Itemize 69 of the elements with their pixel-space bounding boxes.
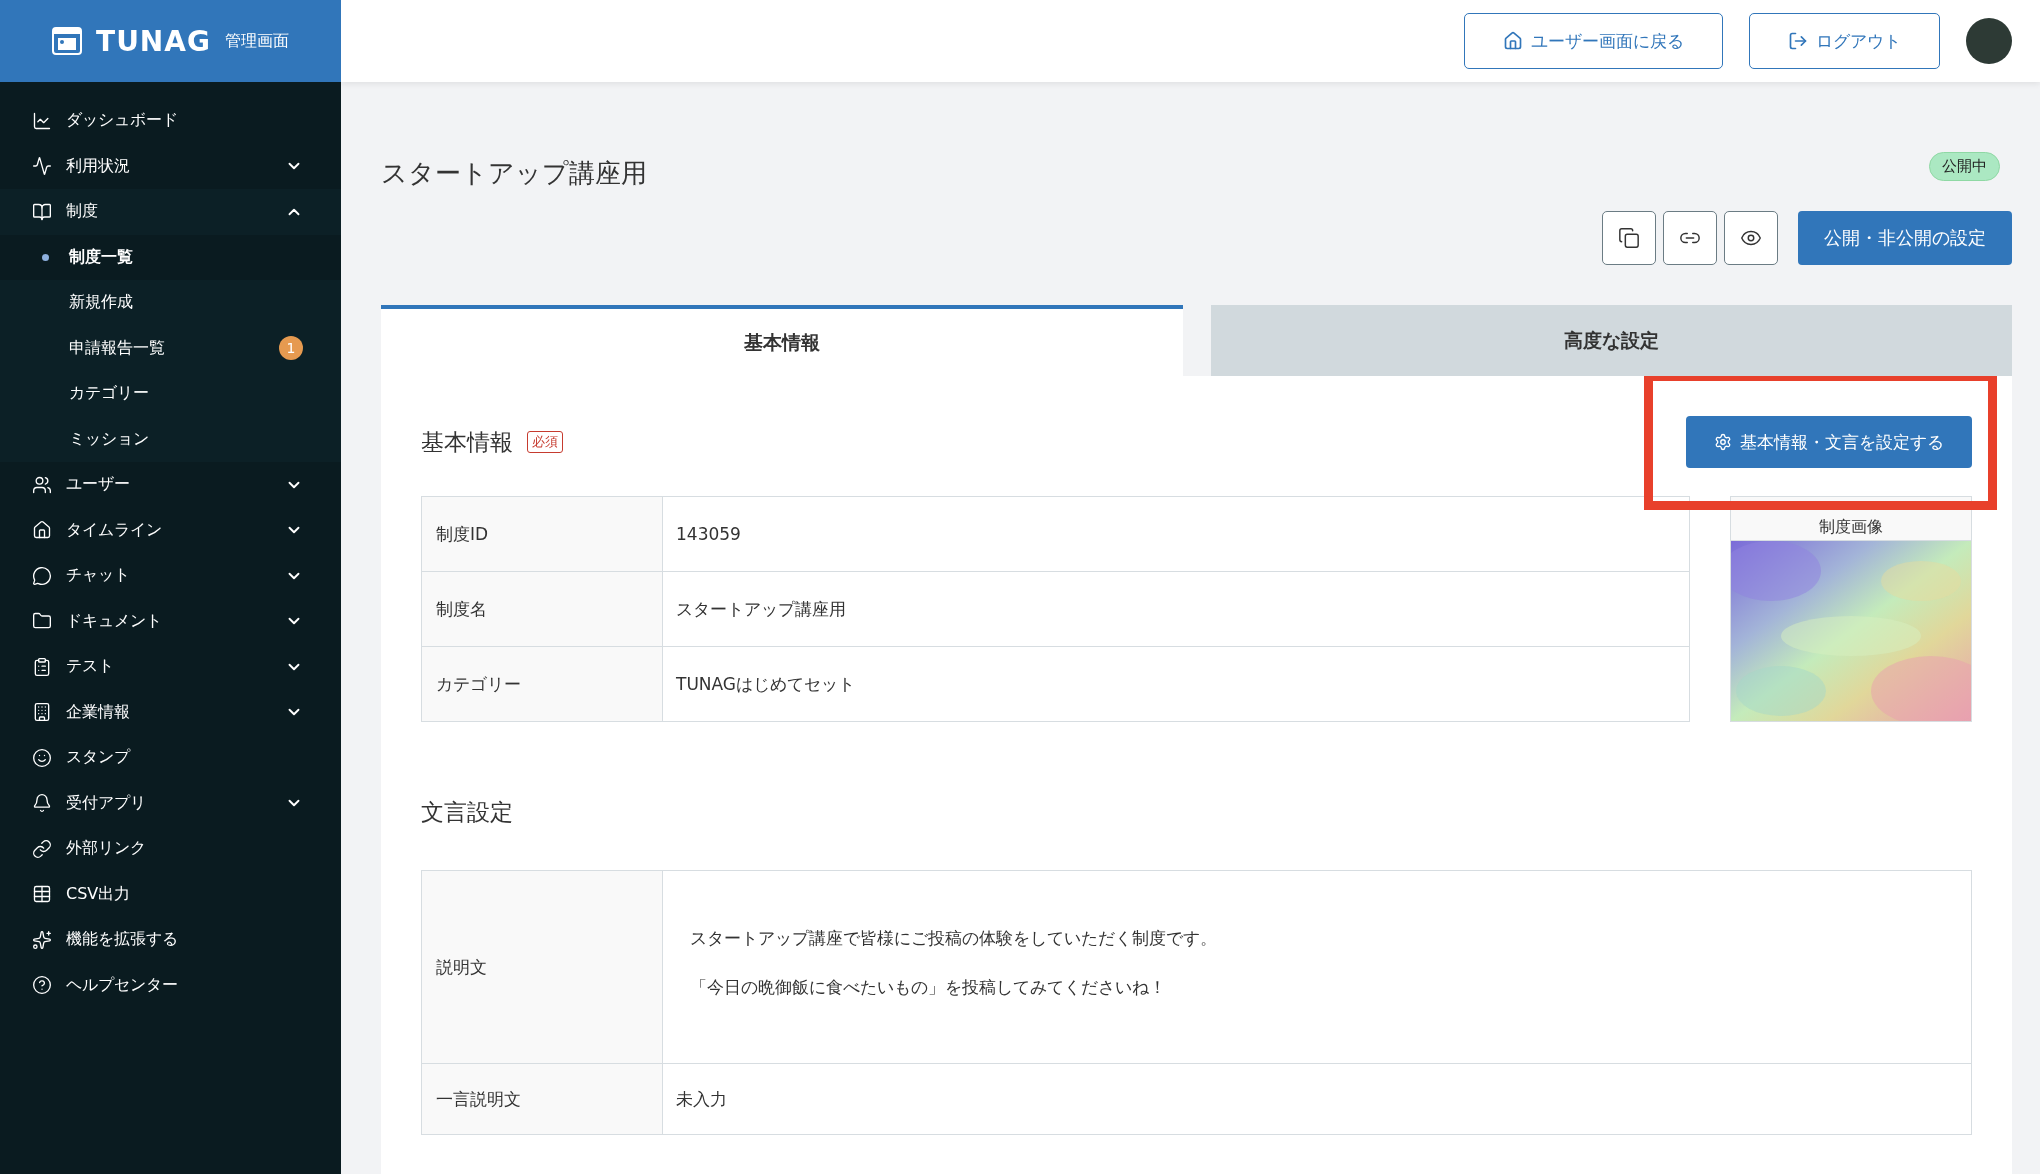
- sidebar-subitem[interactable]: 制度一覧: [0, 234, 341, 280]
- pulse-icon: [32, 156, 52, 177]
- edit-info-button[interactable]: 基本情報・文言を設定する: [1686, 416, 1972, 468]
- logout-icon: [1788, 31, 1808, 51]
- sidebar-subitem[interactable]: カテゴリー: [0, 371, 341, 417]
- section-heading: 文言設定: [421, 798, 514, 827]
- count-badge: 1: [279, 336, 303, 361]
- table-cell: TUNAGはじめてセット: [662, 646, 1690, 722]
- home-icon: [32, 520, 52, 541]
- sidebar-item[interactable]: テスト: [0, 644, 341, 690]
- sparkle-icon: [32, 929, 52, 950]
- preview-button[interactable]: [1724, 211, 1778, 265]
- sidebar-item[interactable]: 外部リンク: [0, 826, 341, 872]
- brand-name: TUNAG: [96, 24, 211, 58]
- chat-bubble-icon: [32, 565, 52, 586]
- required-badge: 必須: [527, 431, 563, 453]
- book-icon: [32, 201, 52, 222]
- chart-icon: [32, 110, 52, 131]
- copy-icon: [1618, 227, 1640, 249]
- publish-settings-button[interactable]: 公開・非公開の設定: [1798, 211, 2012, 265]
- image-label: 制度画像: [1819, 517, 1883, 538]
- table-cell: スタートアップ講座用: [662, 571, 1690, 647]
- back-button[interactable]: ユーザー画面に戻る: [1464, 13, 1723, 69]
- copy-button[interactable]: [1602, 211, 1656, 265]
- table-icon: [32, 884, 52, 905]
- table-cell: 未入力: [676, 1088, 727, 1109]
- help-icon: [32, 975, 52, 996]
- settings-icon: [1714, 433, 1732, 451]
- users-icon: [32, 474, 52, 495]
- page-title: スタートアップ講座用: [381, 157, 647, 190]
- avatar[interactable]: [1966, 18, 2012, 64]
- sidebar-item[interactable]: チャット: [0, 553, 341, 599]
- building-icon: [32, 702, 52, 723]
- sidebar-item[interactable]: CSV出力: [0, 871, 341, 917]
- brand-subtitle: 管理画面: [224, 30, 289, 52]
- link-icon: [32, 838, 52, 859]
- sidebar-item[interactable]: ヘルプセンター: [0, 962, 341, 1008]
- sidebar-item[interactable]: 受付アプリ: [0, 780, 341, 826]
- table-cell: 143059: [662, 496, 1690, 572]
- sidebar-item[interactable]: スタンプ: [0, 735, 341, 781]
- sidebar-item[interactable]: 利用状況: [0, 143, 341, 189]
- sidebar-item[interactable]: 機能を拡張する: [0, 917, 341, 963]
- sidebar-item[interactable]: 企業情報: [0, 689, 341, 735]
- sidebar-item[interactable]: ユーザー: [0, 462, 341, 508]
- section-heading: 基本情報: [421, 427, 513, 457]
- bell-icon: [32, 793, 52, 814]
- row-label: カテゴリー: [421, 646, 663, 722]
- tab[interactable]: 基本情報: [381, 305, 1183, 376]
- checklist-icon: [32, 656, 52, 677]
- logo-icon: [52, 27, 83, 55]
- sidebar-item[interactable]: ダッシュボード: [0, 98, 341, 144]
- status-badge: 公開中: [1929, 152, 2000, 181]
- row-label: 一言説明文: [421, 1063, 663, 1135]
- sidebar-subitem[interactable]: 新規作成: [0, 280, 341, 326]
- sidebar-subitem[interactable]: 申請報告一覧 1: [0, 325, 341, 371]
- description-text: 「今日の晩御飯に食べたいもの」を投稿してみてくださいね！: [690, 976, 1167, 999]
- row-label: 制度名: [421, 571, 663, 647]
- home-icon: [1503, 31, 1523, 51]
- tab[interactable]: 高度な設定: [1210, 305, 2012, 376]
- link-button[interactable]: [1663, 211, 1717, 265]
- sidebar-item[interactable]: タイムライン: [0, 507, 341, 553]
- sidebar-item[interactable]: ドキュメント: [0, 598, 341, 644]
- logout-button[interactable]: ログアウト: [1749, 13, 1940, 69]
- sidebar-subitem[interactable]: ミッション: [0, 416, 341, 462]
- row-label: 制度ID: [421, 496, 663, 572]
- smile-icon: [32, 747, 52, 768]
- description-text: スタートアップ講座で皆様にご投稿の体験をしていただく制度です。: [690, 927, 1218, 950]
- sidebar-item[interactable]: 制度: [0, 189, 341, 235]
- row-label: 説明文: [421, 870, 663, 1064]
